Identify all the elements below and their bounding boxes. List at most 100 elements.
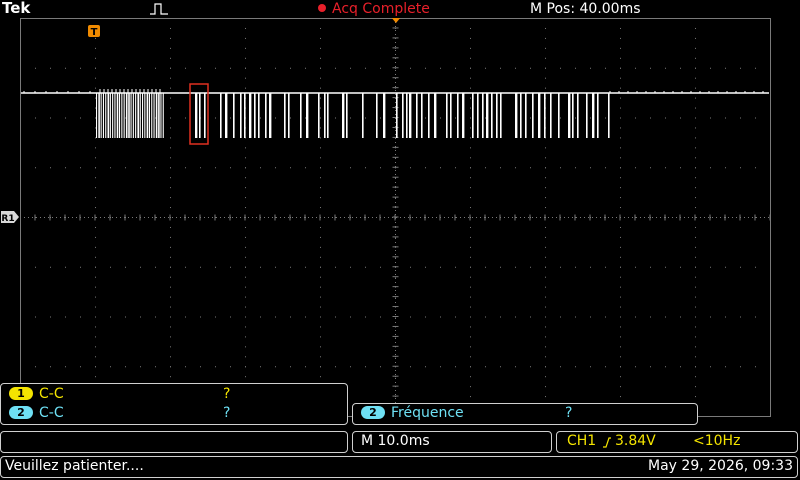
grid-dot [230, 167, 231, 169]
grid-dot [485, 117, 486, 119]
grid-dot [485, 167, 486, 169]
timebase-box[interactable]: M 10.0ms [352, 431, 552, 453]
measurement-panel[interactable]: 1 C-C ? 2 C-C ? [0, 383, 348, 425]
trigger-frequency: <10Hz [693, 433, 741, 449]
grid-dot [320, 197, 321, 199]
grid-dot [50, 167, 51, 169]
grid-dot [485, 366, 486, 368]
grid-dot [680, 18, 681, 19]
grid-dot [695, 296, 696, 298]
grid-dot [230, 366, 231, 368]
grid-dot [155, 366, 156, 368]
grid-dot [245, 226, 246, 228]
frequency-row[interactable]: 2 Fréquence ? [361, 405, 572, 423]
grid-dot [380, 117, 381, 119]
measurement-row-2[interactable]: 2 C-C ? [9, 405, 230, 423]
trace-pulse [144, 93, 146, 138]
grid-dot [620, 27, 621, 29]
trace-pulse [324, 93, 326, 138]
grid-dot [170, 18, 171, 19]
trace-pulse [525, 93, 527, 138]
channel-2-badge: 2 [361, 406, 385, 419]
trace-pulse [139, 93, 141, 138]
trigger-time-marker[interactable]: T [88, 25, 100, 38]
grid-dot [695, 57, 696, 59]
grid-dot [470, 18, 471, 19]
grid-dot [245, 336, 246, 338]
grid-dot [635, 67, 636, 69]
grid-dot [320, 226, 321, 228]
grid-dot [275, 117, 276, 119]
measurement-1-value: ? [223, 386, 231, 402]
grid-dot [470, 57, 471, 59]
grid-dot [470, 157, 471, 159]
ref-marker[interactable]: R1 [0, 210, 20, 224]
trace-pulse [135, 93, 137, 138]
grid-dot [170, 177, 171, 179]
grid-dot [560, 266, 561, 268]
grid-dot [695, 376, 696, 378]
grid-dot [725, 366, 726, 368]
grid-dot [170, 47, 171, 49]
grid-dot [245, 77, 246, 79]
frequency-measurement-panel[interactable]: 2 Fréquence ? [352, 403, 698, 425]
trace-pulse [233, 93, 235, 138]
trigger-readout-box[interactable]: CH1 3.84V <10Hz [556, 431, 798, 453]
grid-dot [95, 296, 96, 298]
grid-dot [95, 67, 96, 69]
grid-dot [530, 117, 531, 119]
grid-dot [50, 67, 51, 69]
grid-dot [590, 67, 591, 69]
grid-dot [245, 266, 246, 268]
acquisition-dot-icon [318, 4, 326, 12]
channel-settings-box[interactable] [0, 431, 348, 453]
grid-dot [20, 137, 21, 139]
grid-dot [770, 366, 771, 368]
grid-dot [770, 396, 771, 398]
measurement-row-1[interactable]: 1 C-C ? [9, 386, 230, 404]
grid-dot [20, 326, 21, 328]
grid-dot [545, 47, 546, 49]
grid-dot [545, 177, 546, 179]
grid-dot [545, 346, 546, 348]
grid-dot [50, 18, 51, 19]
trace-pulse [107, 93, 110, 138]
grid-dot [170, 336, 171, 338]
waveform-screen[interactable]: T [20, 18, 772, 418]
grid-dot [95, 107, 96, 109]
grid-dot [125, 266, 126, 268]
trace-pulse [558, 93, 560, 138]
grid-dot [620, 306, 621, 308]
grid-dot [650, 67, 651, 69]
brand-logo: Tek [2, 0, 31, 17]
grid-dot [320, 167, 321, 169]
grid-dot [605, 117, 606, 119]
grid-dot [455, 67, 456, 69]
grid-dot [620, 87, 621, 89]
grid-dot [320, 366, 321, 368]
grid-dot [695, 336, 696, 338]
grid-dot [290, 67, 291, 69]
grid-dot [770, 276, 771, 278]
grid-dot [80, 316, 81, 318]
trace-pulse [151, 93, 153, 138]
trace-pulse [544, 93, 546, 138]
grid-dot [170, 366, 171, 368]
trigger-position-marker[interactable] [391, 18, 401, 23]
grid-dot [95, 207, 96, 209]
grid-dot [320, 276, 321, 278]
grid-dot [170, 107, 171, 109]
grid-dot [95, 246, 96, 248]
trace-pulse [288, 93, 290, 138]
grid-dot [680, 117, 681, 119]
grid-dot [770, 256, 771, 258]
trace-pulse [409, 93, 412, 138]
grid-dot [110, 266, 111, 268]
trace-pulse [146, 93, 149, 138]
grid-dot [515, 266, 516, 268]
grid-dot [635, 167, 636, 169]
grid-dot [320, 256, 321, 258]
grid-dot [665, 167, 666, 169]
trace-pulse [220, 93, 222, 138]
grid-dot [695, 137, 696, 139]
